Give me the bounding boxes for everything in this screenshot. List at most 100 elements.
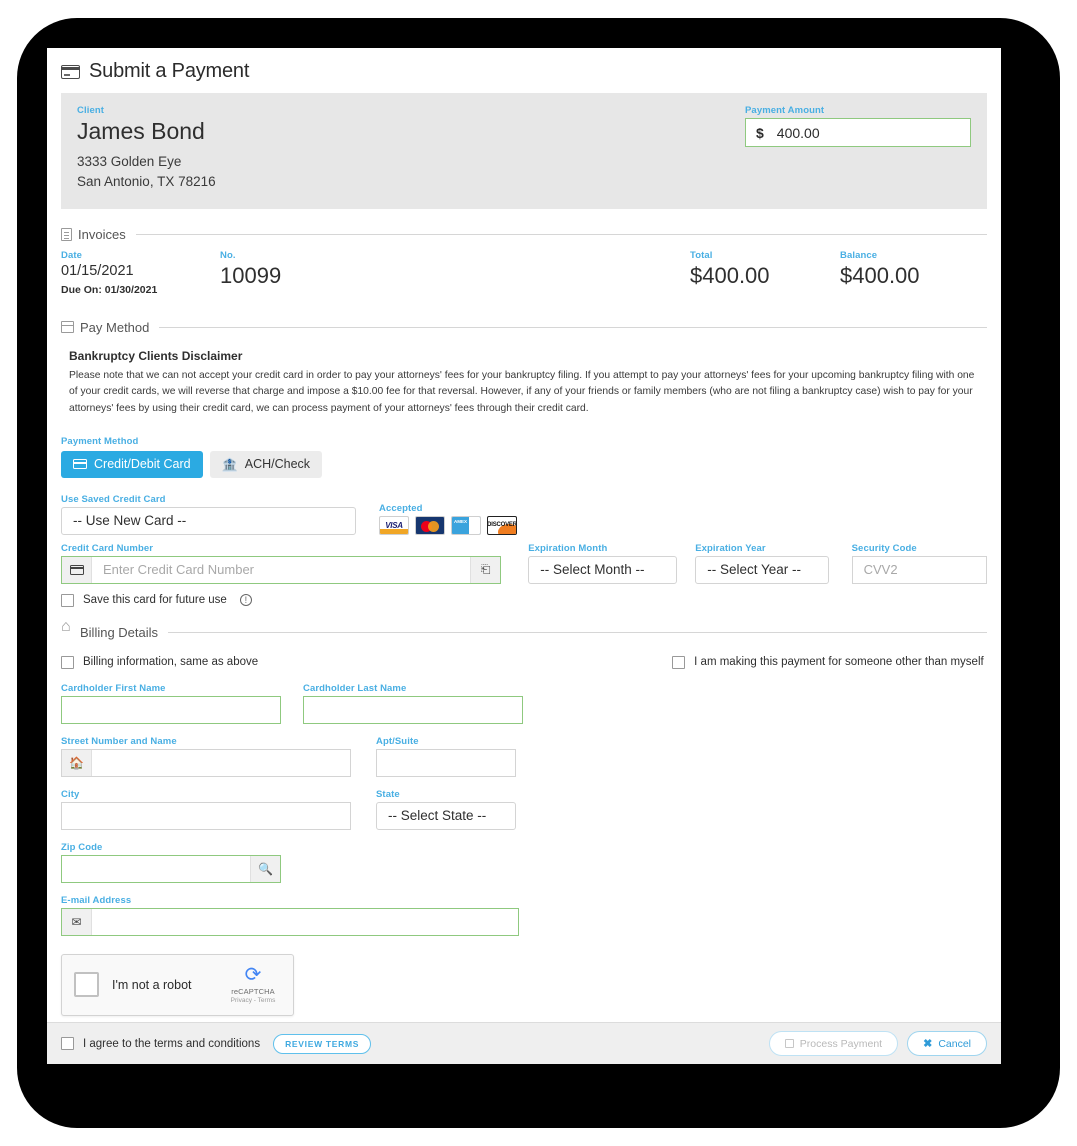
invoice-balance-header: Balance <box>840 249 878 261</box>
expiration-month-value: -- Select Month -- <box>540 562 645 578</box>
tab-ach-check-label: ACH/Check <box>244 457 311 472</box>
accepted-cards-row: VISA AMEX DISCOVER <box>379 515 517 535</box>
expiration-year-field: Expiration Year -- Select Year -- <box>695 542 829 584</box>
payment-method-tabs: Credit/Debit Card 🏦 ACH/Check <box>61 450 987 478</box>
table-icon <box>61 321 74 334</box>
name-row: Cardholder First Name Cardholder Last Na… <box>61 683 987 724</box>
envelope-icon: ✉ <box>62 908 92 935</box>
payment-amount-block: Payment Amount $ 400.00 <box>745 105 971 193</box>
currency-symbol: $ <box>756 124 764 141</box>
invoice-balance-cell: Balance $400.00 <box>840 250 920 289</box>
client-info: Client James Bond 3333 Golden Eye San An… <box>77 105 216 193</box>
city-label: City <box>61 788 80 800</box>
process-payment-button[interactable]: Process Payment <box>768 1031 899 1056</box>
last-name-input[interactable] <box>303 695 523 724</box>
client-name: James Bond <box>77 118 205 144</box>
recaptcha-label: I'm not a robot <box>112 977 192 992</box>
terms-agree-row: I agree to the terms and conditions <box>61 1037 260 1050</box>
other-person-checkbox[interactable] <box>672 655 686 669</box>
amex-icon: AMEX <box>451 515 481 535</box>
expiration-year-select[interactable]: -- Select Year -- <box>695 555 829 584</box>
zip-input[interactable]: 🔍 <box>61 854 281 883</box>
apt-input[interactable] <box>376 748 516 777</box>
visa-icon: VISA <box>379 515 409 535</box>
search-icon[interactable]: 🔍 <box>250 855 280 882</box>
close-icon: ✖ <box>923 1038 933 1050</box>
email-input[interactable]: ✉ <box>61 907 519 936</box>
divider <box>159 326 987 328</box>
invoice-total-header: Total <box>690 249 713 261</box>
card-scan-icon[interactable]: ⎗ <box>470 556 501 583</box>
review-terms-button[interactable]: REVIEW TERMS <box>273 1033 372 1054</box>
tab-credit-debit-card-label: Credit/Debit Card <box>94 457 191 472</box>
same-as-above-label: Billing information, same as above <box>83 656 259 669</box>
payment-amount-label: Payment Amount <box>745 105 825 116</box>
recaptcha-brand-name: reCAPTCHA <box>231 987 275 997</box>
recaptcha-checkbox[interactable] <box>74 972 99 998</box>
pay-method-section-title-wrap: Pay Method <box>61 320 149 335</box>
client-address-line2: San Antonio, TX 78216 <box>77 174 216 190</box>
invoices-section-title-wrap: Invoices <box>61 227 126 242</box>
billing-section-title-wrap: Billing Details <box>61 619 158 640</box>
first-name-field: Cardholder First Name <box>61 683 281 724</box>
first-name-label: Cardholder First Name <box>61 682 166 694</box>
security-code-label: Security Code <box>851 542 917 554</box>
recaptcha-widget[interactable]: I'm not a robot ⟳ reCAPTCHA Privacy - Te… <box>61 953 294 1016</box>
save-card-row: Save this card for future use ! <box>61 593 987 607</box>
card-number-input[interactable]: Enter Credit Card Number ⎗ <box>61 555 502 584</box>
expiration-month-field: Expiration Month -- Select Month -- <box>528 542 678 584</box>
tab-credit-debit-card[interactable]: Credit/Debit Card <box>61 450 203 478</box>
saved-card-field: Use Saved Credit Card -- Use New Card -- <box>61 494 356 535</box>
city-row: City State -- Select State -- <box>61 789 987 830</box>
disclaimer-block: Bankruptcy Clients Disclaimer Please not… <box>69 349 987 418</box>
security-code-input[interactable]: CVV2 <box>851 555 987 584</box>
city-input[interactable] <box>61 801 351 830</box>
city-field: City <box>61 789 351 830</box>
saved-card-select[interactable]: -- Use New Card -- <box>61 506 356 535</box>
zip-field: Zip Code 🔍 <box>61 842 281 883</box>
same-as-above-checkbox[interactable] <box>61 655 74 669</box>
expiration-month-label: Expiration Month <box>528 542 608 554</box>
client-label: Client <box>77 105 104 116</box>
street-label: Street Number and Name <box>61 735 177 747</box>
recaptcha-links[interactable]: Privacy - Terms <box>225 997 281 1004</box>
payment-method-label: Payment Method <box>61 435 139 447</box>
first-name-input[interactable] <box>61 695 281 724</box>
payment-amount-input[interactable]: $ 400.00 <box>745 118 971 147</box>
pay-method-section-header: Pay Method <box>61 302 987 335</box>
credit-card-icon <box>73 459 87 470</box>
email-label: E-mail Address <box>61 894 132 906</box>
apt-label: Apt/Suite <box>376 735 419 747</box>
email-field: E-mail Address ✉ <box>61 895 519 936</box>
apt-field: Apt/Suite <box>376 736 516 777</box>
invoice-number-cell: No. 10099 <box>220 250 281 289</box>
mastercard-icon <box>415 515 445 535</box>
state-select[interactable]: -- Select State -- <box>376 801 516 830</box>
other-person-label: I am making this payment for someone oth… <box>694 656 984 669</box>
client-summary-panel: Client James Bond 3333 Golden Eye San An… <box>61 93 987 209</box>
invoice-date-cell: Date 01/15/2021 Due On: 01/30/2021 <box>61 250 157 296</box>
save-icon <box>784 1039 794 1048</box>
payment-amount-value: 400.00 <box>776 124 820 141</box>
street-input[interactable]: 🏠 <box>61 748 351 777</box>
disclaimer-title: Bankruptcy Clients Disclaimer <box>69 348 243 363</box>
tab-ach-check[interactable]: 🏦 ACH/Check <box>209 450 323 478</box>
table-row: Date 01/15/2021 Due On: 01/30/2021 No. 1… <box>61 250 987 302</box>
last-name-field: Cardholder Last Name <box>303 683 523 724</box>
card-number-field: Credit Card Number Enter Credit Card Num… <box>61 543 502 584</box>
credit-card-icon <box>62 556 92 583</box>
terms-checkbox[interactable] <box>61 1037 74 1050</box>
save-card-checkbox[interactable] <box>61 593 74 607</box>
state-value: -- Select State -- <box>388 808 487 824</box>
invoice-total-cell: Total $400.00 <box>690 250 770 289</box>
expiration-year-label: Expiration Year <box>695 542 766 554</box>
document-icon <box>61 227 72 241</box>
expiration-year-value: -- Select Year -- <box>707 562 801 578</box>
cancel-label: Cancel <box>938 1037 971 1050</box>
cancel-button[interactable]: ✖ Cancel <box>907 1031 987 1056</box>
info-icon[interactable]: ! <box>239 594 252 607</box>
disclaimer-body: Please note that we can not accept your … <box>69 369 975 414</box>
last-name-label: Cardholder Last Name <box>303 682 407 694</box>
expiration-month-select[interactable]: -- Select Month -- <box>528 555 678 584</box>
recaptcha-icon: ⟳ <box>244 964 262 987</box>
